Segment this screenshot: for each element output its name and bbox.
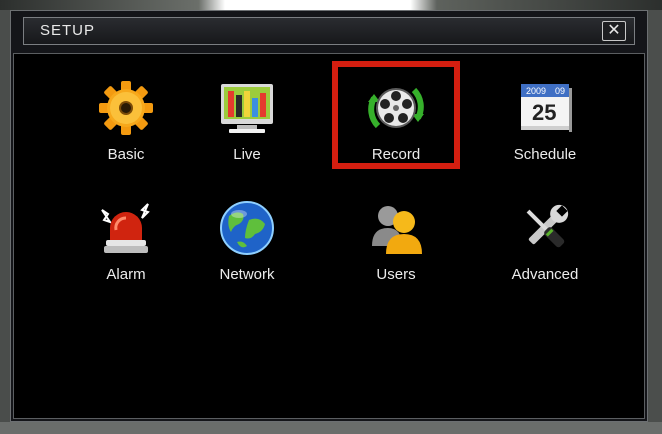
menu-item-label: Basic	[107, 146, 145, 163]
calendar-month: 09	[555, 86, 565, 96]
menu-item-schedule[interactable]: 2009 09 25 Schedule	[485, 72, 605, 182]
menu-item-label: Users	[376, 266, 416, 283]
menu-item-basic[interactable]: Basic	[66, 72, 186, 182]
close-icon: ✕	[607, 22, 621, 39]
setup-menu-panel: Basic Live Record 2009 09 25 Schedule Al…	[13, 53, 645, 419]
globe-icon	[220, 201, 274, 255]
setup-dialog: SETUP ✕ Basic Live Record 2009 09 25 Sch…	[10, 10, 648, 422]
users-icon	[372, 206, 422, 254]
background-video	[0, 0, 662, 10]
background-video-left	[0, 10, 10, 434]
menu-item-network[interactable]: Network	[187, 192, 307, 302]
dialog-titlebar: SETUP ✕	[23, 17, 635, 45]
calendar-day: 25	[532, 100, 556, 125]
menu-item-advanced[interactable]: Advanced	[485, 192, 605, 302]
dialog-title: SETUP	[40, 22, 96, 39]
tools-icon	[526, 204, 569, 248]
menu-item-label: Network	[219, 266, 275, 283]
background-video-right	[648, 10, 662, 434]
menu-item-live[interactable]: Live	[187, 72, 307, 182]
menu-item-label: Live	[233, 146, 261, 163]
menu-item-label: Alarm	[106, 266, 146, 283]
monitor-icon	[221, 84, 273, 133]
gear-icon	[99, 81, 153, 135]
calendar-icon: 2009 09 25	[521, 84, 572, 132]
selection-highlight	[332, 61, 460, 169]
background-video-bottom	[0, 422, 662, 434]
menu-item-label: Advanced	[511, 266, 579, 283]
menu-item-alarm[interactable]: Alarm	[66, 192, 186, 302]
menu-item-label: Schedule	[513, 146, 577, 163]
close-button[interactable]: ✕	[602, 21, 626, 41]
calendar-year: 2009	[526, 86, 546, 96]
alarm-light-icon	[101, 203, 150, 253]
menu-item-users[interactable]: Users	[336, 192, 456, 302]
